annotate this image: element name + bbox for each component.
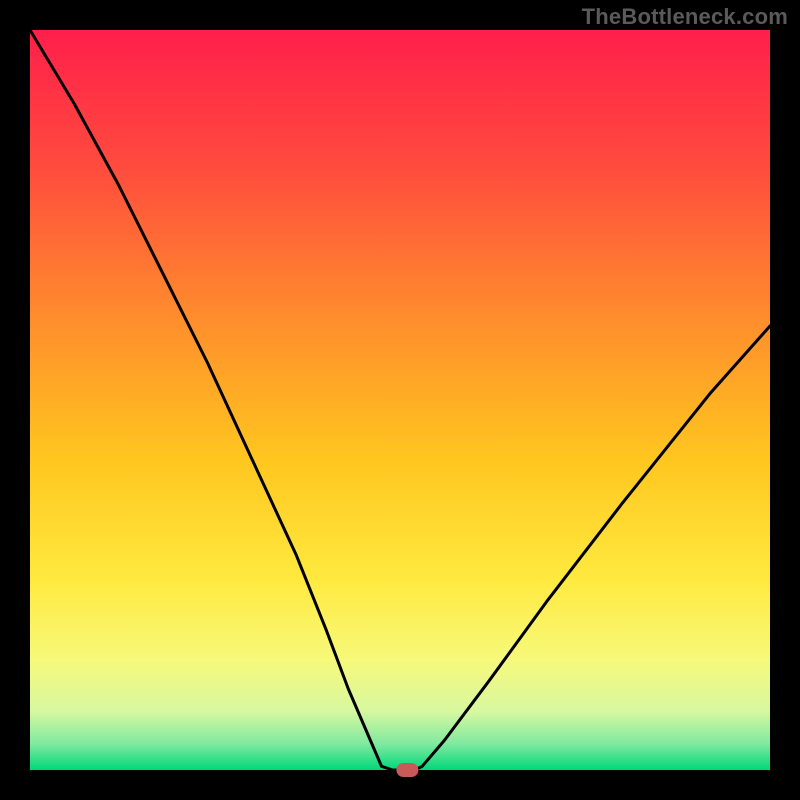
bottleneck-marker: [396, 763, 418, 777]
plot-background: [30, 30, 770, 770]
chart-canvas: [0, 0, 800, 800]
bottleneck-chart: TheBottleneck.com: [0, 0, 800, 800]
attribution-label: TheBottleneck.com: [582, 4, 788, 30]
